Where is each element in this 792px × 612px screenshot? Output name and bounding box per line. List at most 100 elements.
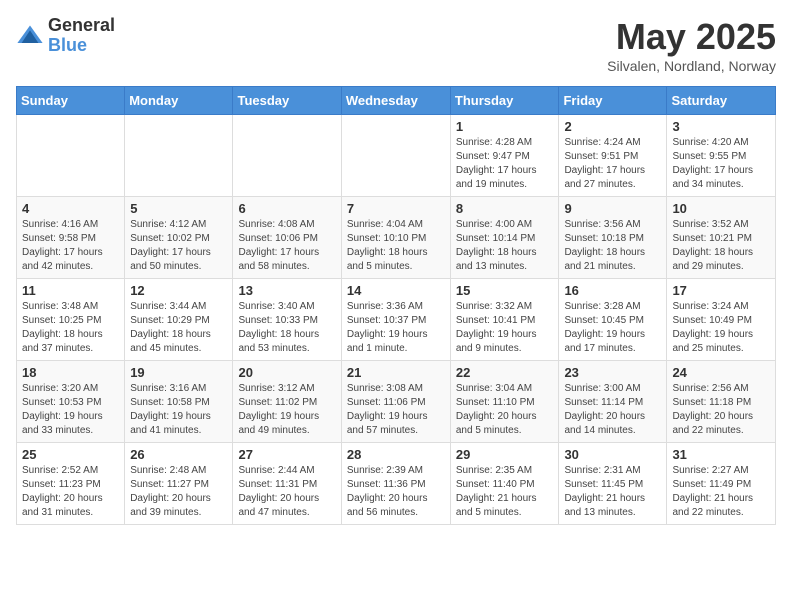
day-info: Sunrise: 3:04 AM Sunset: 11:10 PM Daylig… <box>456 382 554 438</box>
day-number: 3 <box>672 119 770 134</box>
calendar-cell: 2Sunrise: 4:24 AM Sunset: 9:51 PM Daylig… <box>559 115 667 197</box>
calendar-cell: 30Sunrise: 2:31 AM Sunset: 11:45 PM Dayl… <box>559 443 667 525</box>
calendar-cell: 20 Sunrise: 3:12 AM Sunset: 11:02 PM Dayl… <box>233 361 341 443</box>
day-number: 4 <box>22 201 119 216</box>
day-number: 27 <box>238 447 335 462</box>
day-info: Sunrise: 3:36 AM Sunset: 10:37 PM Daylig… <box>347 300 445 356</box>
calendar-cell: 15 Sunrise: 3:32 AM Sunset: 10:41 PM Dayl… <box>450 279 559 361</box>
calendar-cell: 10 Sunrise: 3:52 AM Sunset: 10:21 PM Dayl… <box>667 197 776 279</box>
title-location: Silvalen, Nordland, Norway <box>607 58 776 74</box>
day-info: Sunrise: 4:16 AM Sunset: 9:58 PM Dayligh… <box>22 218 119 274</box>
day-number: 12 <box>130 283 227 298</box>
day-number: 22 <box>456 365 554 380</box>
day-number: 20 <box>238 365 335 380</box>
day-number: 21 <box>347 365 445 380</box>
calendar-week-row: 25 Sunrise: 2:52 AM Sunset: 11:23 PM Dayl… <box>17 443 776 525</box>
day-info: Sunrise: 4:12 AM Sunset: 10:02 PM Daylig… <box>130 218 227 274</box>
calendar-cell <box>233 115 341 197</box>
day-info: Sunrise: 3:24 AM Sunset: 10:49 PM Daylig… <box>672 300 770 356</box>
calendar-cell: 19Sunrise: 3:16 AM Sunset: 10:58 PM Dayl… <box>125 361 233 443</box>
calendar-week-row: 18 Sunrise: 3:20 AM Sunset: 10:53 PM Dayl… <box>17 361 776 443</box>
calendar-cell: 14 Sunrise: 3:36 AM Sunset: 10:37 PM Dayl… <box>341 279 450 361</box>
day-info: Sunrise: 4:24 AM Sunset: 9:51 PM Dayligh… <box>564 136 661 192</box>
calendar-week-row: 11 Sunrise: 3:48 AM Sunset: 10:25 PM Dayl… <box>17 279 776 361</box>
day-info: Sunrise: 4:28 AM Sunset: 9:47 PM Dayligh… <box>456 136 554 192</box>
day-info: Sunrise: 4:08 AM Sunset: 10:06 PM Daylig… <box>238 218 335 274</box>
calendar-cell <box>341 115 450 197</box>
calendar-cell: 26 Sunrise: 2:48 AM Sunset: 11:27 PM Dayl… <box>125 443 233 525</box>
logo-general: General <box>48 16 115 36</box>
day-info: Sunrise: 2:52 AM Sunset: 11:23 PM Daylig… <box>22 464 119 520</box>
day-number: 15 <box>456 283 554 298</box>
calendar-cell: 25 Sunrise: 2:52 AM Sunset: 11:23 PM Dayl… <box>17 443 125 525</box>
calendar-cell <box>17 115 125 197</box>
day-info: Sunrise: 3:00 AM Sunset: 11:14 PM Daylig… <box>564 382 661 438</box>
calendar-cell: 17 Sunrise: 3:24 AM Sunset: 10:49 PM Dayl… <box>667 279 776 361</box>
day-number: 14 <box>347 283 445 298</box>
day-number: 23 <box>564 365 661 380</box>
day-info: Sunrise: 4:20 AM Sunset: 9:55 PM Dayligh… <box>672 136 770 192</box>
weekday-header-monday: Monday <box>125 87 233 115</box>
weekday-header-wednesday: Wednesday <box>341 87 450 115</box>
calendar-cell: 7Sunrise: 4:04 AM Sunset: 10:10 PM Dayli… <box>341 197 450 279</box>
day-number: 18 <box>22 365 119 380</box>
day-number: 17 <box>672 283 770 298</box>
day-info: Sunrise: 3:44 AM Sunset: 10:29 PM Daylig… <box>130 300 227 356</box>
day-info: Sunrise: 3:28 AM Sunset: 10:45 PM Daylig… <box>564 300 661 356</box>
day-info: Sunrise: 2:56 AM Sunset: 11:18 PM Daylig… <box>672 382 770 438</box>
day-info: Sunrise: 3:48 AM Sunset: 10:25 PM Daylig… <box>22 300 119 356</box>
calendar-cell: 11 Sunrise: 3:48 AM Sunset: 10:25 PM Dayl… <box>17 279 125 361</box>
calendar-cell: 21 Sunrise: 3:08 AM Sunset: 11:06 PM Dayl… <box>341 361 450 443</box>
calendar-cell: 16 Sunrise: 3:28 AM Sunset: 10:45 PM Dayl… <box>559 279 667 361</box>
calendar-cell: 12 Sunrise: 3:44 AM Sunset: 10:29 PM Dayl… <box>125 279 233 361</box>
day-info: Sunrise: 3:52 AM Sunset: 10:21 PM Daylig… <box>672 218 770 274</box>
calendar-cell: 5 Sunrise: 4:12 AM Sunset: 10:02 PM Dayli… <box>125 197 233 279</box>
day-info: Sunrise: 3:08 AM Sunset: 11:06 PM Daylig… <box>347 382 445 438</box>
day-number: 26 <box>130 447 227 462</box>
day-number: 6 <box>238 201 335 216</box>
calendar-cell: 6 Sunrise: 4:08 AM Sunset: 10:06 PM Dayli… <box>233 197 341 279</box>
day-number: 7 <box>347 201 445 216</box>
calendar-header-row: SundayMondayTuesdayWednesdayThursdayFrid… <box>17 87 776 115</box>
logo-blue: Blue <box>48 36 115 56</box>
day-number: 10 <box>672 201 770 216</box>
title-block: May 2025 Silvalen, Nordland, Norway <box>607 16 776 74</box>
calendar-cell <box>125 115 233 197</box>
day-info: Sunrise: 4:00 AM Sunset: 10:14 PM Daylig… <box>456 218 554 274</box>
weekday-header-tuesday: Tuesday <box>233 87 341 115</box>
calendar-week-row: 1Sunrise: 4:28 AM Sunset: 9:47 PM Daylig… <box>17 115 776 197</box>
day-info: Sunrise: 3:56 AM Sunset: 10:18 PM Daylig… <box>564 218 661 274</box>
calendar-cell: 3 Sunrise: 4:20 AM Sunset: 9:55 PM Daylig… <box>667 115 776 197</box>
day-number: 24 <box>672 365 770 380</box>
calendar-cell: 9Sunrise: 3:56 AM Sunset: 10:18 PM Dayli… <box>559 197 667 279</box>
day-info: Sunrise: 3:40 AM Sunset: 10:33 PM Daylig… <box>238 300 335 356</box>
weekday-header-sunday: Sunday <box>17 87 125 115</box>
calendar-cell: 22 Sunrise: 3:04 AM Sunset: 11:10 PM Dayl… <box>450 361 559 443</box>
logo-icon <box>16 22 44 50</box>
day-number: 11 <box>22 283 119 298</box>
day-info: Sunrise: 3:20 AM Sunset: 10:53 PM Daylig… <box>22 382 119 438</box>
calendar-cell: 23 Sunrise: 3:00 AM Sunset: 11:14 PM Dayl… <box>559 361 667 443</box>
calendar-table: SundayMondayTuesdayWednesdayThursdayFrid… <box>16 86 776 525</box>
day-info: Sunrise: 2:44 AM Sunset: 11:31 PM Daylig… <box>238 464 335 520</box>
day-info: Sunrise: 3:32 AM Sunset: 10:41 PM Daylig… <box>456 300 554 356</box>
calendar-week-row: 4 Sunrise: 4:16 AM Sunset: 9:58 PM Daylig… <box>17 197 776 279</box>
calendar-cell: 1Sunrise: 4:28 AM Sunset: 9:47 PM Daylig… <box>450 115 559 197</box>
day-number: 13 <box>238 283 335 298</box>
calendar-cell: 27 Sunrise: 2:44 AM Sunset: 11:31 PM Dayl… <box>233 443 341 525</box>
day-info: Sunrise: 2:39 AM Sunset: 11:36 PM Daylig… <box>347 464 445 520</box>
calendar-cell: 13 Sunrise: 3:40 AM Sunset: 10:33 PM Dayl… <box>233 279 341 361</box>
calendar-cell: 4 Sunrise: 4:16 AM Sunset: 9:58 PM Daylig… <box>17 197 125 279</box>
calendar-cell: 18 Sunrise: 3:20 AM Sunset: 10:53 PM Dayl… <box>17 361 125 443</box>
day-info: Sunrise: 2:27 AM Sunset: 11:49 PM Daylig… <box>672 464 770 520</box>
day-info: Sunrise: 2:31 AM Sunset: 11:45 PM Daylig… <box>564 464 661 520</box>
day-info: Sunrise: 2:48 AM Sunset: 11:27 PM Daylig… <box>130 464 227 520</box>
day-number: 28 <box>347 447 445 462</box>
day-info: Sunrise: 3:16 AM Sunset: 10:58 PM Daylig… <box>130 382 227 438</box>
calendar-cell: 24 Sunrise: 2:56 AM Sunset: 11:18 PM Dayl… <box>667 361 776 443</box>
weekday-header-friday: Friday <box>559 87 667 115</box>
day-info: Sunrise: 3:12 AM Sunset: 11:02 PM Daylig… <box>238 382 335 438</box>
day-number: 25 <box>22 447 119 462</box>
day-number: 16 <box>564 283 661 298</box>
day-number: 5 <box>130 201 227 216</box>
